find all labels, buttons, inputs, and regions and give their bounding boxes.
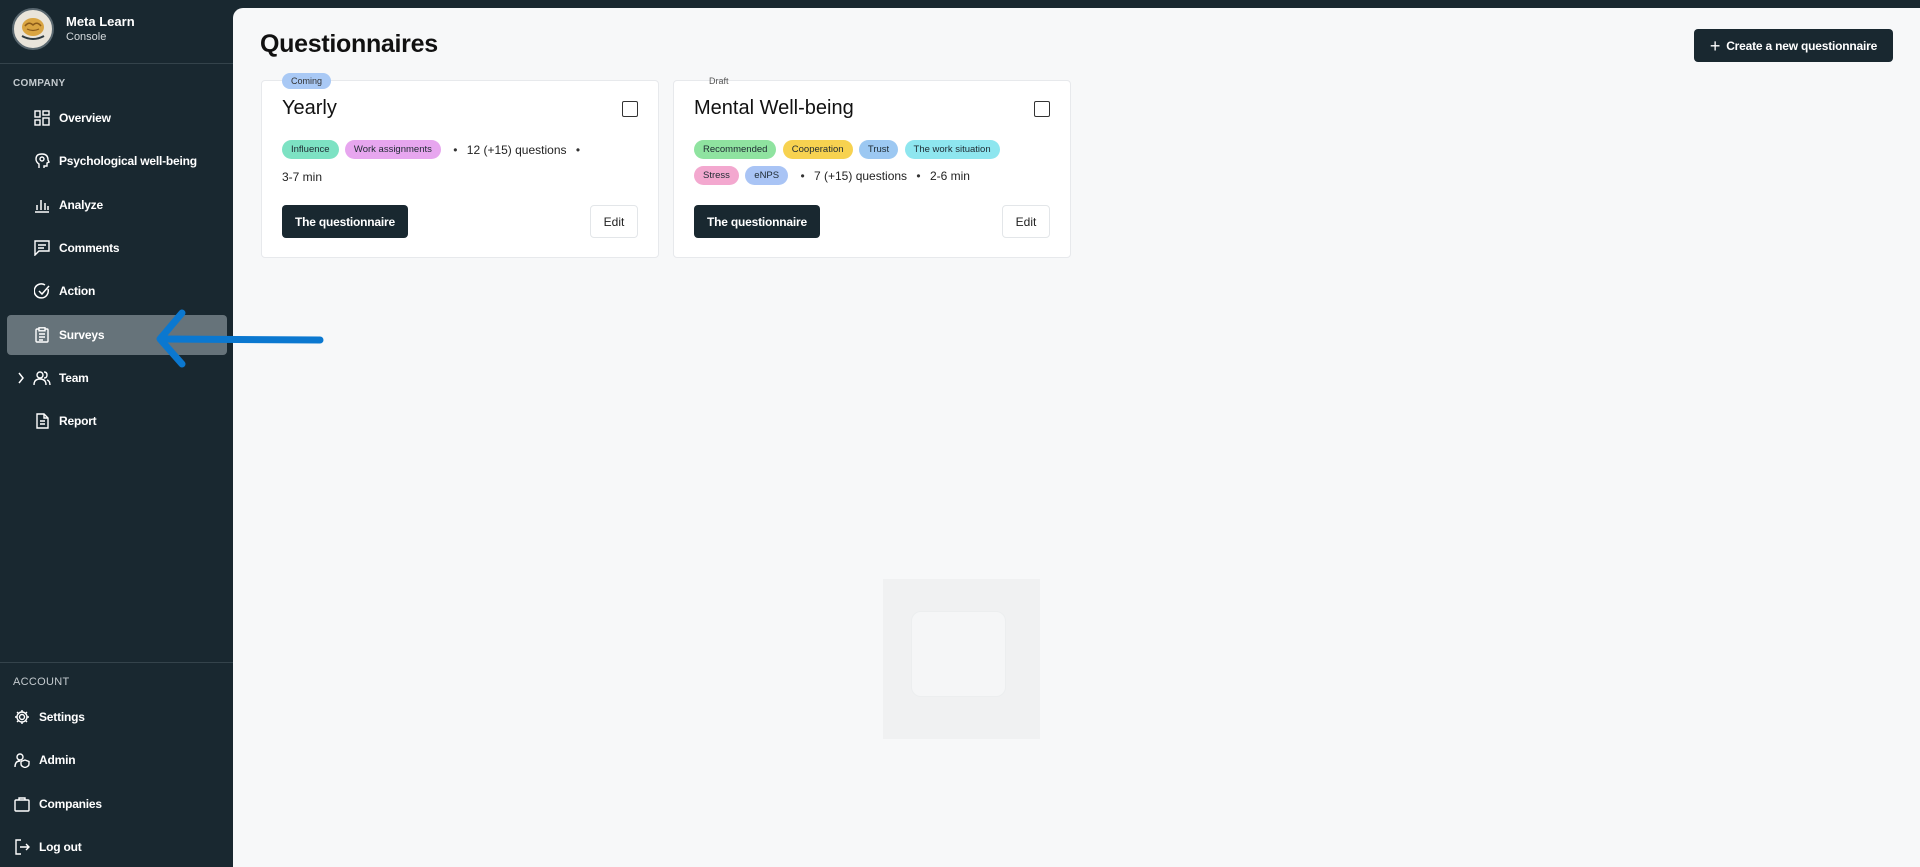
user-shield-icon <box>13 751 31 769</box>
open-questionnaire-button[interactable]: The questionnaire <box>694 205 820 238</box>
gear-icon <box>13 708 31 726</box>
users-icon <box>33 369 51 387</box>
open-questionnaire-button[interactable]: The questionnaire <box>282 205 408 238</box>
duration: 3-7 min <box>282 169 323 184</box>
sidebar-item-label: Log out <box>39 840 82 854</box>
brand[interactable]: Meta Learn Console <box>12 8 135 50</box>
tag-trust[interactable]: Trust <box>858 140 899 160</box>
edit-button[interactable]: Edit <box>1002 205 1050 238</box>
sidebar-item-label: Overview <box>59 111 111 125</box>
separator-dot: • <box>800 168 805 183</box>
sidebar-item-overview[interactable]: Overview <box>7 98 227 138</box>
sidebar-divider <box>0 662 233 663</box>
separator-dot: • <box>453 142 458 157</box>
sidebar-item-label: Team <box>59 371 89 385</box>
plus-icon: + <box>1709 35 1721 56</box>
chevron-right-icon[interactable] <box>15 371 27 385</box>
duration: 2-6 min <box>929 168 970 183</box>
page-title: Questionnaires <box>260 30 438 58</box>
sidebar-item-settings[interactable]: Settings <box>7 697 227 737</box>
question-count: 7 (+15) questions <box>814 168 908 183</box>
sidebar-item-label: Analyze <box>59 198 103 212</box>
separator-dot: • <box>916 168 921 183</box>
sidebar-item-log-out[interactable]: Log out <box>7 827 227 867</box>
check-circle-icon <box>33 282 51 300</box>
sidebar-item-label: Psychological well-being <box>59 154 197 168</box>
brand-logo <box>12 8 54 50</box>
sidebar-item-label: Report <box>59 414 97 428</box>
sidebar-item-psychological-well-being[interactable]: Psychological well-being <box>7 141 227 181</box>
question-count: 12 (+15) questions <box>466 142 567 157</box>
create-questionnaire-label: Create a new questionnaire <box>1726 38 1878 53</box>
card-meta: Recommended Cooperation Trust The work s… <box>694 136 1054 189</box>
edit-button[interactable]: Edit <box>590 205 638 238</box>
account-section-label: ACCOUNT <box>13 676 70 688</box>
sidebar-item-label: Action <box>59 284 96 298</box>
comment-icon <box>33 239 51 257</box>
select-checkbox[interactable] <box>1034 101 1050 117</box>
select-checkbox[interactable] <box>622 101 638 117</box>
sidebar-item-label: Settings <box>39 710 85 724</box>
sidebar-item-report[interactable]: Report <box>7 401 227 441</box>
tag-stress[interactable]: Stress <box>694 166 739 186</box>
sidebar: Meta Learn Console COMPANY Overview Psyc… <box>0 0 233 867</box>
loading-spinner-box <box>911 611 1006 697</box>
main-content: Questionnaires + Create a new questionna… <box>233 8 1920 867</box>
sidebar-item-analyze[interactable]: Analyze <box>7 185 227 225</box>
card-title: Mental Well-being <box>694 97 854 119</box>
brand-subtitle: Console <box>66 31 107 43</box>
grid-icon <box>33 109 51 127</box>
sidebar-item-label: Comments <box>59 241 120 255</box>
head-brain-icon <box>33 152 51 170</box>
clipboard-icon <box>33 326 51 344</box>
briefcase-icon <box>13 795 31 813</box>
annotation-arrow <box>156 309 324 368</box>
tag-influence[interactable]: Influence <box>282 140 339 160</box>
tag-work-assignments[interactable]: Work assignments <box>344 140 441 160</box>
sidebar-item-label: Admin <box>39 753 76 767</box>
tag-enps[interactable]: eNPS <box>745 166 789 186</box>
sidebar-item-action[interactable]: Action <box>7 271 227 311</box>
sidebar-item-label: Surveys <box>59 328 105 342</box>
tag-recommended[interactable]: Recommended <box>694 140 777 160</box>
loading-placeholder <box>883 579 1040 739</box>
sidebar-item-companies[interactable]: Companies <box>7 784 227 824</box>
bar-chart-icon <box>33 196 51 214</box>
sidebar-item-comments[interactable]: Comments <box>7 228 227 268</box>
card-title: Yearly <box>282 97 337 119</box>
sidebar-item-label: Companies <box>39 797 102 811</box>
logout-icon <box>13 838 31 856</box>
company-section-label: COMPANY <box>13 78 66 89</box>
document-icon <box>33 412 51 430</box>
separator-dot: • <box>575 142 581 157</box>
card-meta: Influence Work assignments • 12 (+15) qu… <box>282 136 642 190</box>
sidebar-item-admin[interactable]: Admin <box>7 740 227 780</box>
status-badge: Draft <box>709 76 729 86</box>
questionnaire-card: Coming Yearly Influence Work assignments… <box>261 73 659 258</box>
tag-cooperation[interactable]: Cooperation <box>782 140 853 160</box>
brand-title: Meta Learn <box>66 14 135 29</box>
create-questionnaire-button[interactable]: + Create a new questionnaire <box>1694 29 1893 62</box>
sidebar-divider <box>0 63 233 64</box>
status-badge: Coming <box>282 73 332 89</box>
questionnaire-card: Draft Mental Well-being Recommended Coop… <box>673 76 1071 258</box>
tag-work-situation[interactable]: The work situation <box>904 140 1000 160</box>
